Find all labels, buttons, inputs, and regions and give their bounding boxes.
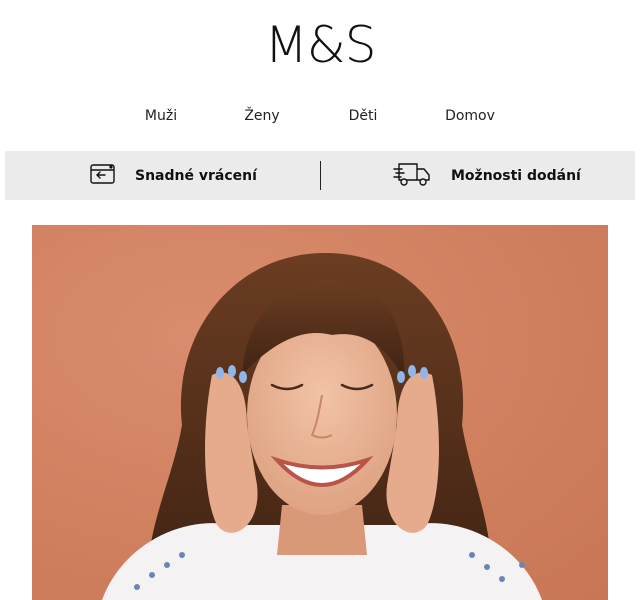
nav-item-deti[interactable]: Děti xyxy=(349,108,378,124)
main-navigation: Muži Ženy Děti Domov xyxy=(0,108,640,128)
easy-returns-label: Snadné vrácení xyxy=(135,167,257,184)
hero-banner-image[interactable] xyxy=(32,225,608,600)
delivery-options-link[interactable]: Možnosti dodání xyxy=(393,151,581,200)
brand-logo[interactable]: M&S xyxy=(0,14,640,76)
nav-item-domov[interactable]: Domov xyxy=(445,108,495,124)
return-card-icon xyxy=(89,162,117,190)
nav-item-zeny[interactable]: Ženy xyxy=(244,108,279,124)
delivery-truck-icon xyxy=(393,160,433,192)
nav-item-muzi[interactable]: Muži xyxy=(145,108,177,124)
delivery-options-label: Možnosti dodání xyxy=(451,167,581,184)
easy-returns-link[interactable]: Snadné vrácení xyxy=(89,151,257,200)
service-bar: Snadné vrácení Možnosti dodání xyxy=(5,151,635,200)
service-bar-divider xyxy=(320,161,321,190)
hero-woman-illustration xyxy=(102,252,542,600)
